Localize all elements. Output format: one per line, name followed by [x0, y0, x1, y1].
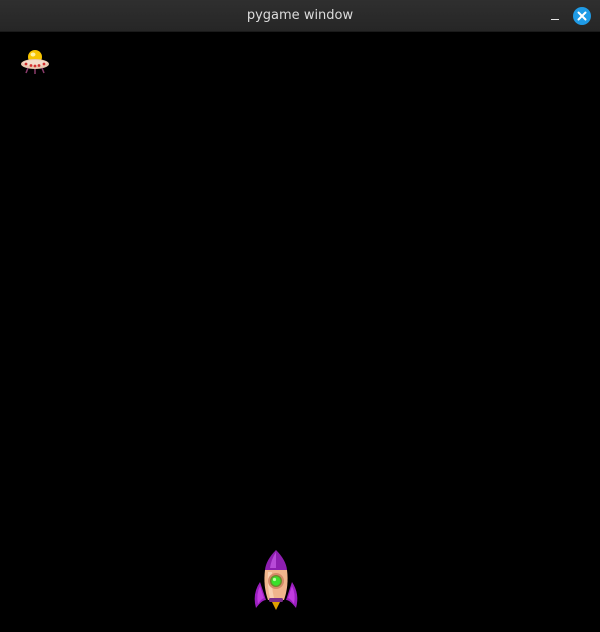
- title-bar[interactable]: pygame window: [0, 0, 600, 32]
- minimize-button[interactable]: [545, 8, 565, 24]
- close-icon: [577, 11, 587, 21]
- ufo-icon: [21, 50, 49, 74]
- rocket-icon: [254, 550, 298, 610]
- minimize-icon: [551, 19, 559, 20]
- app-window: pygame window: [0, 0, 600, 632]
- window-title: pygame window: [246, 8, 354, 23]
- game-canvas[interactable]: [0, 32, 600, 632]
- close-button[interactable]: [573, 7, 591, 25]
